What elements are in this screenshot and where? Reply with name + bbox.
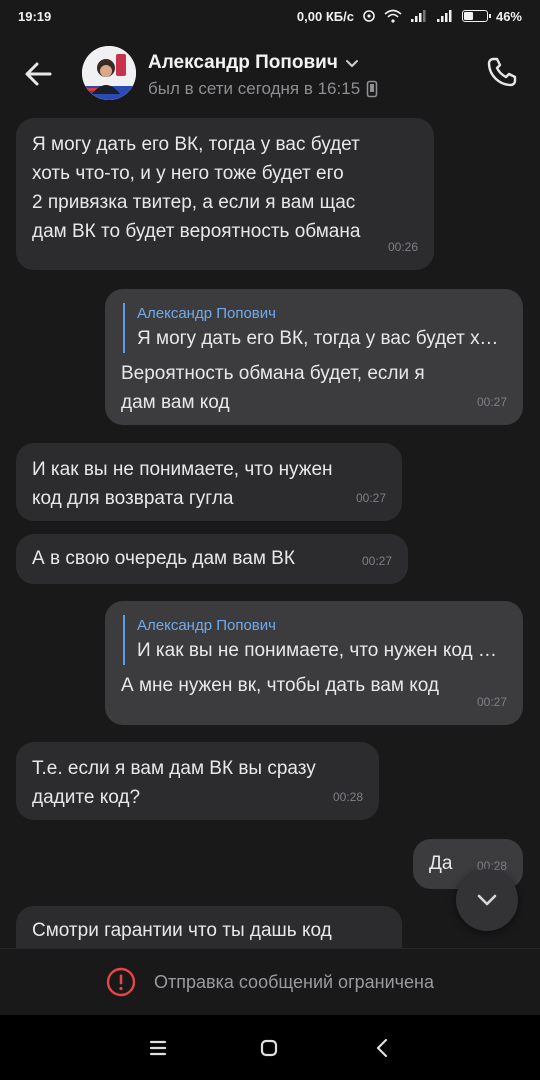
network-speed: 0,00 КБ/с bbox=[296, 8, 354, 24]
menu-icon[interactable] bbox=[143, 1033, 173, 1063]
message-bubble-incoming[interactable]: Я могу дать его ВК, тогда у вас будет хо… bbox=[16, 118, 434, 270]
battery-icon bbox=[461, 10, 491, 22]
contact-status-row: был в сети сегодня в 16:15 bbox=[148, 79, 378, 99]
chat-header: Александр Попович был в сети сегодня в 1… bbox=[0, 32, 540, 114]
message-text: А в свою очередь дам вам ВК bbox=[32, 548, 295, 569]
smartphone-icon bbox=[366, 80, 378, 98]
quote-text: И как вы не понимаете, что нужен код для… bbox=[137, 640, 507, 661]
message-bubble-outgoing[interactable]: Александр Попович И как вы не понимаете,… bbox=[105, 601, 523, 725]
message-text: Я могу дать его ВК, тогда у вас будет хо… bbox=[32, 134, 361, 242]
battery-percent: 46% bbox=[495, 8, 522, 24]
last-seen: был в сети сегодня в 16:15 bbox=[148, 79, 361, 98]
back-arrow-icon[interactable] bbox=[20, 56, 56, 92]
message-time: 00:27 bbox=[476, 695, 507, 709]
message-bubble-incoming[interactable]: И как вы не понимаете, что нужен код для… bbox=[16, 443, 402, 521]
message-text: И как вы не понимаете, что нужен код для… bbox=[32, 459, 333, 509]
contact-name[interactable]: Александр Попович bbox=[148, 52, 338, 74]
avatar-image bbox=[82, 46, 136, 100]
phone-icon[interactable] bbox=[484, 54, 520, 90]
quote-author: Александр Попович bbox=[137, 617, 276, 634]
message-list[interactable]: Я могу дать его ВК, тогда у вас будет хо… bbox=[0, 114, 540, 948]
status-time: 19:19 bbox=[18, 8, 52, 24]
signal-icon-1 bbox=[410, 10, 426, 22]
sync-icon bbox=[363, 10, 375, 22]
message-text: Вероятность обмана будет, если я дам вам… bbox=[121, 363, 425, 413]
chat-screen: 19:19 0,00 КБ/с 46% Александр Попович бы… bbox=[0, 0, 540, 1080]
system-nav-bar bbox=[0, 1015, 540, 1080]
messaging-restricted-bar: Отправка сообщений ограничена bbox=[0, 948, 540, 1015]
restricted-text: Отправка сообщений ограничена bbox=[154, 971, 434, 992]
scroll-down-button[interactable] bbox=[456, 869, 518, 931]
signal-icon-2 bbox=[436, 10, 452, 22]
message-bubble-outgoing[interactable]: Александр Попович Я могу дать его ВК, то… bbox=[105, 289, 523, 425]
message-time: 00:27 bbox=[361, 554, 392, 568]
quote-text: Я могу дать его ВК, тогда у вас будет хо… bbox=[137, 328, 507, 349]
contact-name-row[interactable]: Александр Попович bbox=[148, 52, 360, 74]
quote-author: Александр Попович bbox=[137, 305, 276, 322]
chevron-down-icon bbox=[477, 894, 497, 906]
message-bubble-incoming[interactable]: А в свою очередь дам вам ВК 00:27 bbox=[16, 534, 408, 584]
home-icon[interactable] bbox=[254, 1033, 284, 1063]
status-bar: 19:19 0,00 КБ/с 46% bbox=[0, 0, 540, 32]
message-bubble-incoming[interactable]: Смотри гарантии что ты дашь код bbox=[16, 906, 402, 948]
message-text: А мне нужен вк, чтобы дать вам код bbox=[121, 675, 440, 696]
message-text: Смотри гарантии что ты дашь код bbox=[32, 920, 332, 941]
message-time: 00:27 bbox=[355, 491, 386, 505]
message-bubble-incoming[interactable]: Т.е. если я вам дам ВК вы сразу дадите к… bbox=[16, 742, 379, 820]
message-time: 00:28 bbox=[332, 790, 363, 804]
chevron-down-icon[interactable] bbox=[344, 55, 360, 71]
exclamation-circle-icon bbox=[106, 967, 136, 997]
reply-quote[interactable]: Александр Попович И как вы не понимаете,… bbox=[123, 615, 507, 665]
message-time: 00:27 bbox=[476, 395, 507, 409]
avatar[interactable] bbox=[82, 46, 136, 100]
wifi-icon bbox=[384, 9, 402, 23]
back-nav-icon[interactable] bbox=[368, 1033, 398, 1063]
message-time: 00:26 bbox=[387, 240, 418, 254]
message-text: Т.е. если я вам дам ВК вы сразу дадите к… bbox=[32, 758, 316, 808]
reply-quote[interactable]: Александр Попович Я могу дать его ВК, то… bbox=[123, 303, 507, 353]
